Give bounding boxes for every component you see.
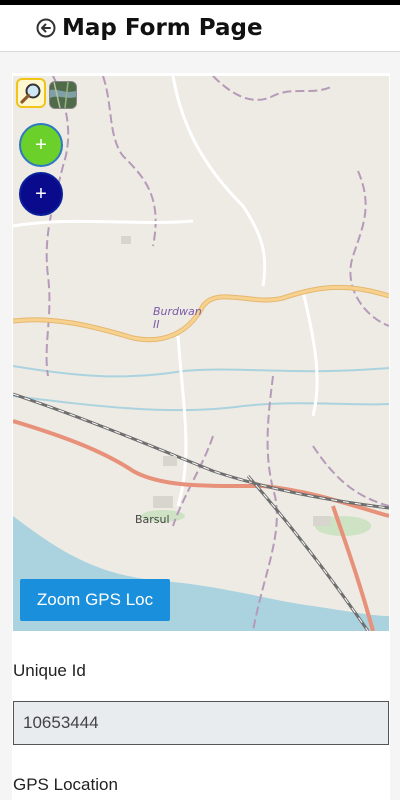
plus-icon: + [35,182,47,205]
place-label-burdwan-text: Burdwan II [153,305,202,331]
satellite-layer-icon [50,82,76,108]
map-search-button[interactable] [16,78,46,108]
magnifier-icon [20,83,41,104]
unique-id-field[interactable]: 10653444 [13,701,389,745]
add-green-button[interactable]: + [19,123,63,167]
place-label-burdwan: Burdwan II [153,305,202,331]
plus-icon: + [35,133,47,156]
unique-id-label: Unique Id [13,661,86,680]
zoom-gps-location-button[interactable]: Zoom GPS Loc [20,579,170,621]
satellite-layer-button[interactable] [49,81,77,109]
app-header: Map Form Page [0,5,400,52]
map-view[interactable]: Burdwan II Barsul + + Zoom GPS Loc [13,76,389,631]
place-label-barsul: Barsul [135,513,170,526]
back-arrow-icon[interactable] [35,17,57,39]
page-title: Map Form Page [62,15,263,41]
gps-location-label: GPS Location [13,775,118,794]
map-tiles [13,76,389,631]
add-navy-button[interactable]: + [19,172,63,216]
unique-id-value: 10653444 [23,713,99,732]
